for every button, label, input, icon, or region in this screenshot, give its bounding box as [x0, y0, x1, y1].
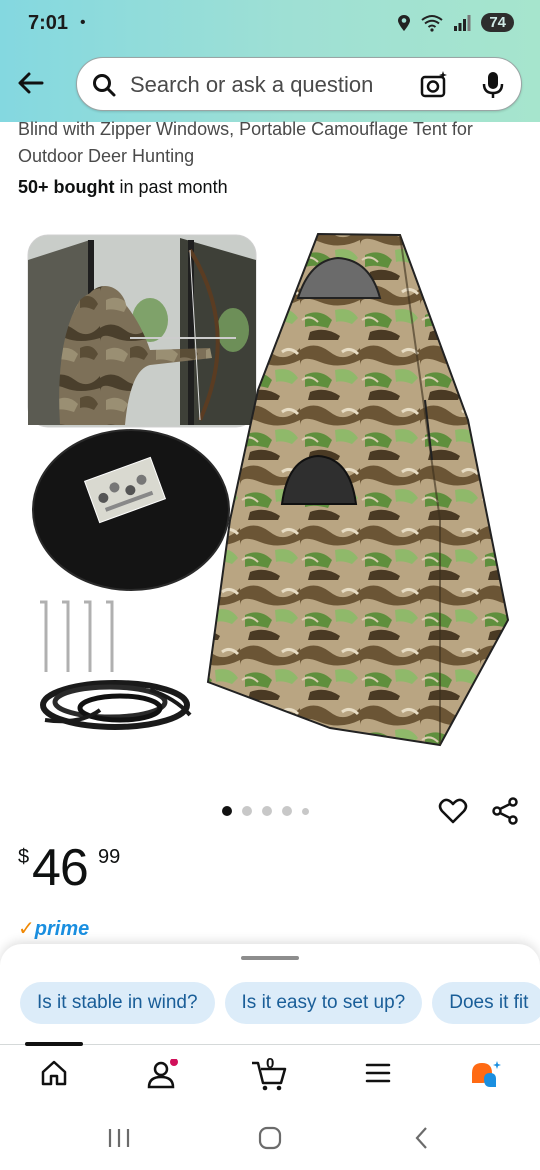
price-whole: 46: [32, 839, 89, 897]
status-time: 7:01: [28, 12, 69, 34]
price-fraction: 99: [98, 846, 121, 868]
suggestion-chip[interactable]: Does it fit: [432, 982, 540, 1024]
rufus-icon[interactable]: [468, 1059, 504, 1091]
storage-bag: [32, 429, 230, 591]
rope-coil: [40, 680, 192, 730]
price-currency: $: [18, 846, 30, 868]
product-image-carousel[interactable]: [0, 220, 540, 780]
tent-stakes: [40, 600, 114, 672]
product-title[interactable]: Blind with Zipper Windows, Portable Camo…: [18, 116, 528, 170]
carousel-dots[interactable]: [222, 806, 309, 816]
carousel-dot-1[interactable]: [222, 806, 232, 816]
carousel-dot-2[interactable]: [242, 806, 252, 816]
status-icons: 74: [397, 13, 514, 32]
battery-indicator: 74: [481, 13, 514, 32]
back-arrow-icon[interactable]: [14, 66, 48, 100]
header-bar: 7:01 • 74 Search or ask a question: [0, 0, 540, 122]
carousel-dot-5[interactable]: [302, 807, 309, 815]
suggestion-chip[interactable]: Is it stable in wind?: [20, 982, 215, 1024]
active-tab-indicator: [25, 1042, 83, 1046]
search-bar[interactable]: Search or ask a question: [76, 57, 522, 111]
camera-search-icon[interactable]: [419, 70, 449, 100]
account-icon[interactable]: [146, 1059, 178, 1091]
system-nav-bar: [0, 1108, 540, 1170]
prime-label: prime: [34, 918, 90, 940]
prime-check-icon: ✓: [18, 918, 35, 940]
search-icon: [93, 74, 116, 97]
wifi-icon: [421, 14, 443, 32]
cart-count: 0: [266, 1055, 275, 1072]
microphone-icon[interactable]: [481, 70, 505, 100]
hunter-photo: [27, 234, 257, 428]
status-dot: •: [80, 14, 86, 31]
status-bar: 7:01 • 74: [0, 0, 540, 52]
bottom-nav: 0: [0, 1042, 540, 1108]
menu-icon[interactable]: [364, 1059, 392, 1087]
bought-count: 50+ bought in past month: [18, 177, 228, 198]
sheet-drag-handle[interactable]: [241, 956, 299, 960]
heart-icon[interactable]: [438, 796, 468, 826]
suggestion-chip[interactable]: Is it easy to set up?: [224, 982, 423, 1024]
share-icon[interactable]: [490, 796, 520, 826]
bought-count-bold: 50+ bought: [18, 177, 115, 197]
location-icon: [398, 14, 411, 31]
rufus-suggestion-sheet[interactable]: Is it stable in wind? Is it easy to set …: [0, 944, 540, 1044]
carousel-dot-3[interactable]: [262, 806, 272, 816]
carousel-dot-4[interactable]: [282, 806, 292, 816]
prime-badge: ✓prime: [18, 916, 89, 941]
back-button-icon[interactable]: [410, 1124, 434, 1152]
bought-count-rest: in past month: [114, 177, 228, 197]
product-image: [27, 232, 510, 747]
home-icon[interactable]: [40, 1059, 68, 1087]
search-placeholder[interactable]: Search or ask a question: [130, 72, 373, 98]
home-button-icon[interactable]: [256, 1124, 284, 1152]
signal-icon: [454, 14, 471, 31]
recent-apps-icon[interactable]: [106, 1126, 132, 1150]
suggestion-chips: Is it stable in wind? Is it easy to set …: [20, 982, 540, 1024]
